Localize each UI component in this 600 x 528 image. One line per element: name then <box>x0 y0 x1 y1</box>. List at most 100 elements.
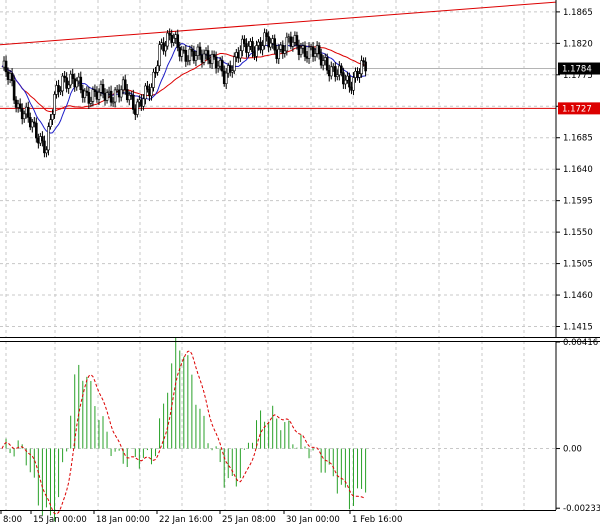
candle-bullish <box>160 42 163 45</box>
candle-bullish <box>83 90 87 98</box>
candle-bullish <box>271 38 274 44</box>
candle-bullish <box>158 44 161 67</box>
candle-bullish <box>329 66 333 77</box>
candle-bullish <box>172 37 175 43</box>
candle-bullish <box>55 85 58 95</box>
candle-bullish <box>152 71 155 88</box>
candle-bullish <box>69 73 72 86</box>
candle-bullish <box>61 75 64 92</box>
current-price-tag-label: 1.1784 <box>562 65 592 75</box>
candle-bearish <box>170 34 173 43</box>
candle-bullish <box>45 149 48 154</box>
candle-bearish <box>168 32 171 36</box>
candle-bullish <box>352 77 355 91</box>
chart-canvas[interactable]: 1.18651.18201.17751.17301.16851.16401.15… <box>0 0 600 528</box>
price-tick-label: 1.1550 <box>563 228 593 238</box>
candle-bearish <box>342 72 345 85</box>
candle-bullish <box>113 89 117 103</box>
candle-bearish <box>148 89 151 97</box>
candle-bearish <box>109 90 113 103</box>
candle-bullish <box>105 92 109 101</box>
candle-bullish <box>285 36 289 52</box>
candle-bearish <box>85 90 89 93</box>
candle-bearish <box>182 49 186 52</box>
candle-bullish <box>89 101 93 104</box>
trading-chart-window[interactable]: 1.18651.18201.17751.17301.16851.16401.15… <box>0 0 600 528</box>
time-tick-label: 22 Jan 16:00 <box>159 515 213 525</box>
time-tick-label: 18 Jan 00:00 <box>96 515 150 525</box>
candle-bullish <box>91 89 95 102</box>
candle-bearish <box>259 41 262 51</box>
candle-bullish <box>255 45 258 57</box>
candle-bullish <box>115 89 119 92</box>
candle-bearish <box>178 47 182 57</box>
candle-bullish <box>247 46 250 53</box>
price-axis[interactable]: 1.18651.18201.17751.17301.16851.16401.15… <box>556 8 593 333</box>
candle-bullish <box>358 73 361 78</box>
candle-bearish <box>12 80 16 101</box>
candle-bullish <box>226 65 230 74</box>
candle-bearish <box>325 57 329 71</box>
candle-bullish <box>16 103 20 108</box>
candle-bullish <box>156 65 159 73</box>
candle-bullish <box>49 119 52 127</box>
candle-bullish <box>279 44 283 50</box>
candle-bearish <box>208 59 212 64</box>
candle-bullish <box>210 54 214 64</box>
candle-bearish <box>228 65 232 73</box>
candle-bearish <box>243 38 246 44</box>
candle-bearish <box>43 140 46 154</box>
candle-bullish <box>321 60 325 66</box>
trend-line-upper[interactable] <box>0 1 557 46</box>
price-tick-label: 1.1505 <box>563 260 593 270</box>
candle-bullish <box>360 60 363 75</box>
time-tick-label: 8:00 <box>3 515 22 525</box>
candle-bullish <box>53 94 56 115</box>
candle-bullish <box>346 75 349 81</box>
candle-bearish <box>184 49 188 62</box>
candle-bearish <box>73 78 77 88</box>
candle-bearish <box>162 42 165 52</box>
candle-bullish <box>75 80 79 88</box>
candle-bullish <box>127 94 131 101</box>
candle-bearish <box>4 60 8 73</box>
price-tick-label: 1.1595 <box>563 197 593 207</box>
candle-bearish <box>93 89 97 93</box>
indicator-tick-label: 0.00 <box>563 445 582 455</box>
candle-bullish <box>344 79 347 85</box>
candle-bearish <box>319 53 323 66</box>
candle-bullish <box>196 46 200 56</box>
candle-bullish <box>186 60 190 62</box>
candle-bearish <box>297 44 301 55</box>
candle-bearish <box>95 91 99 100</box>
candle-bearish <box>87 92 91 104</box>
candle-bearish <box>220 59 224 72</box>
candle-bearish <box>311 46 315 57</box>
candle-bullish <box>150 87 153 97</box>
candle-bullish <box>301 45 305 49</box>
candle-bearish <box>117 89 121 98</box>
candle-bullish <box>235 52 238 58</box>
candle-bullish <box>59 90 62 93</box>
candle-bullish <box>263 32 266 47</box>
indicator-axis[interactable]: 0.00416 0.00 -0.00233 <box>556 338 600 514</box>
candle-bullish <box>39 136 42 144</box>
candle-bullish <box>336 74 339 77</box>
candle-bearish <box>129 94 133 97</box>
candle-bearish <box>253 51 256 57</box>
indicator-tick-label: -0.00233 <box>563 504 600 514</box>
candle-bullish <box>47 126 50 151</box>
candle-bearish <box>212 54 216 58</box>
candle-bullish <box>313 53 317 57</box>
time-axis[interactable]: 8:00 15 Jan 00:00 18 Jan 00:00 22 Jan 16:00… <box>0 510 402 525</box>
candle-bearish <box>265 32 268 37</box>
candle-bullish <box>166 32 169 47</box>
candle-bullish <box>261 45 264 51</box>
time-tick-label: 1 Feb 16:00 <box>352 515 402 525</box>
candle-bullish <box>307 46 311 59</box>
candle-bullish <box>224 72 228 84</box>
candle-bearish <box>6 71 10 80</box>
candle-bearish <box>206 50 210 61</box>
candle-bullish <box>331 66 335 68</box>
candle-bearish <box>200 54 204 63</box>
